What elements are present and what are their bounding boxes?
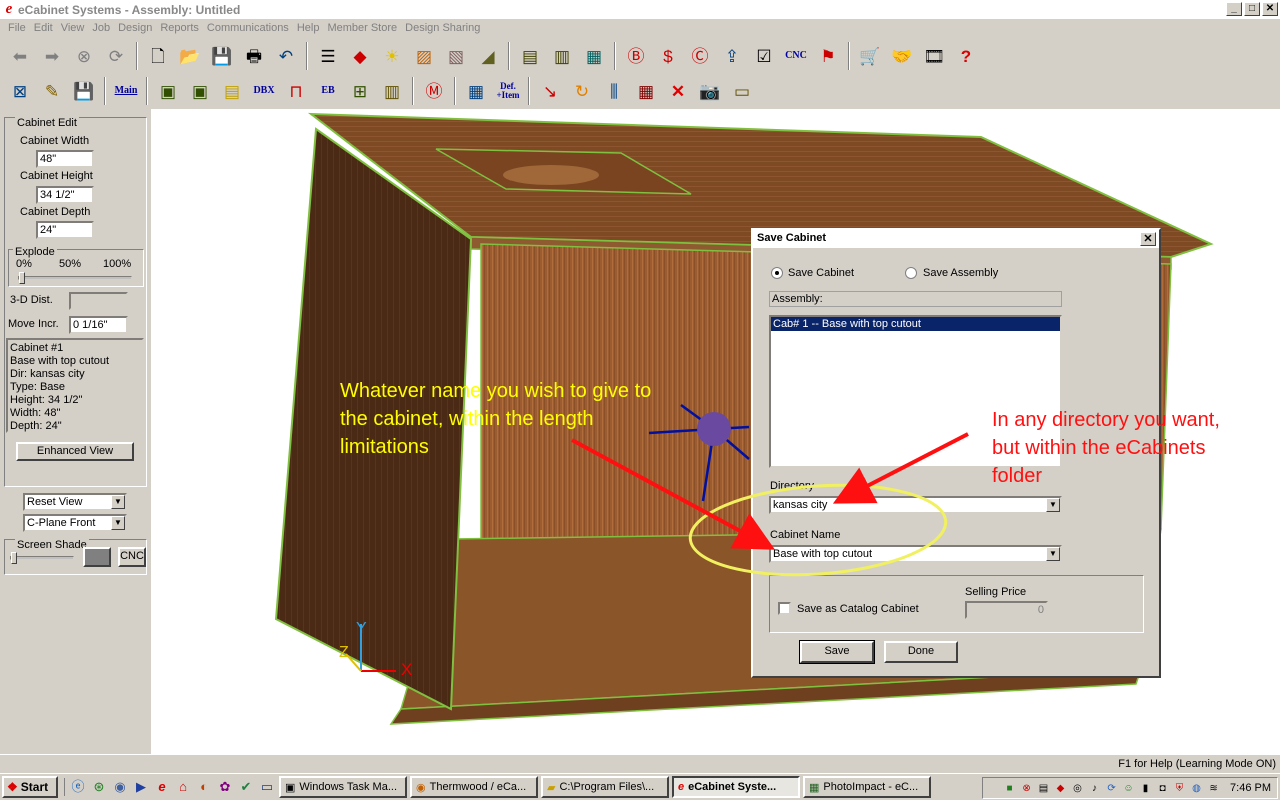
ecabinet-icon: e — [678, 781, 685, 793]
start-button[interactable]: ❖ Start — [2, 776, 58, 798]
ecabinet-icon[interactable]: e — [153, 778, 171, 796]
task-label: C:\Program Files\... — [559, 781, 655, 793]
tray-messenger-icon[interactable]: ☺ — [1122, 782, 1135, 795]
task-program-files[interactable]: ▰ C:\Program Files\... — [541, 776, 669, 798]
task-photoimpact[interactable]: ▦ PhotoImpact - eC... — [803, 776, 931, 798]
tray-update-icon[interactable]: ◎ — [1071, 782, 1084, 795]
tray-security-icon[interactable]: ◆ — [1054, 782, 1067, 795]
highlight-ellipse — [688, 483, 948, 577]
status-bar: F1 for Help (Learning Mode ON) — [0, 754, 1280, 772]
tray-clock[interactable]: 7:46 PM — [1230, 782, 1271, 794]
tray-globe-icon[interactable]: ◍ — [1190, 782, 1203, 795]
directory-arrow — [832, 432, 969, 504]
app-icon[interactable]: ⊛ — [90, 778, 108, 796]
task-label: PhotoImpact - eC... — [823, 781, 919, 793]
media-icon[interactable]: ▶ — [132, 778, 150, 796]
app-window: e eCabinet Systems - Assembly: Untitled … — [0, 0, 1280, 800]
windows-flag-icon: ❖ — [7, 780, 18, 794]
task-label: Windows Task Ma... — [299, 781, 398, 793]
tray-app-icon[interactable]: ■ — [1003, 782, 1016, 795]
ie-icon[interactable]: ⓔ — [69, 778, 87, 796]
outlook-icon[interactable]: ◐ — [195, 778, 213, 796]
tray-disk-icon[interactable]: ◘ — [1156, 782, 1169, 795]
tray-sync-icon[interactable]: ⟳ — [1105, 782, 1118, 795]
task-windows-task-manager[interactable]: ▣ Windows Task Ma... — [279, 776, 407, 798]
tray-network-icon[interactable]: ▤ — [1037, 782, 1050, 795]
taskbar: ❖ Start ⓔ ⊛ ◉ ▶ e ⌂ ◐ ✿ ✔ ▭ ▣ Windows Tas… — [0, 773, 1280, 800]
tray-antivirus-icon[interactable]: ⊗ — [1020, 782, 1033, 795]
browser-icon[interactable]: ◉ — [111, 778, 129, 796]
monitor-icon: ▣ — [285, 781, 296, 794]
task-thermwood[interactable]: ◉ Thermwood / eCa... — [410, 776, 538, 798]
tray-battery-icon[interactable]: ▮ — [1139, 782, 1152, 795]
window-icon[interactable]: ▭ — [258, 778, 276, 796]
annotation-overlay — [571, 432, 969, 577]
name-arrow — [571, 438, 776, 550]
task-label: eCabinet Syste... — [688, 781, 777, 793]
system-tray: ■ ⊗ ▤ ◆ ◎ ♪ ⟳ ☺ ▮ ◘ ⛨ ◍ ≋ 7:46 PM — [982, 777, 1278, 799]
start-label: Start — [20, 780, 49, 794]
task-ecabinet-systems[interactable]: e eCabinet Syste... — [672, 776, 800, 798]
check-icon[interactable]: ✔ — [237, 778, 255, 796]
task-label: Thermwood / eCa... — [429, 781, 527, 793]
home-icon[interactable]: ⌂ — [174, 778, 192, 796]
tray-wifi-icon[interactable]: ≋ — [1207, 782, 1220, 795]
quick-launch: ⓔ ⊛ ◉ ▶ e ⌂ ◐ ✿ ✔ ▭ — [64, 778, 276, 796]
status-help-text: F1 for Help (Learning Mode ON) — [1118, 757, 1276, 770]
folder-icon: ▰ — [547, 781, 556, 794]
tray-volume-icon[interactable]: ♪ — [1088, 782, 1101, 795]
tray-shield-icon[interactable]: ⛨ — [1173, 782, 1186, 795]
browser-icon: ◉ — [416, 781, 426, 794]
paint-icon[interactable]: ✿ — [216, 778, 234, 796]
photoimpact-icon: ▦ — [809, 781, 820, 794]
